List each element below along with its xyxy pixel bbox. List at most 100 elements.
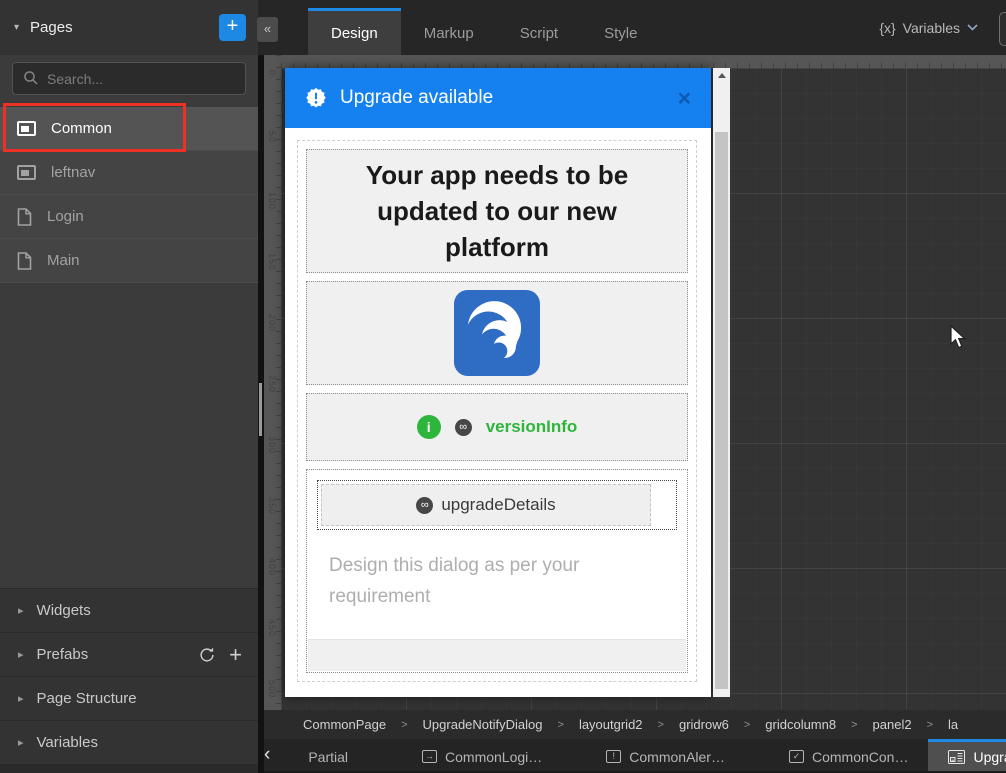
horizontal-ruler — [281, 55, 1006, 68]
page-search — [12, 62, 246, 95]
scrollbar-thumb[interactable] — [715, 132, 728, 689]
editor-mode-tabs: Design Markup Script Style — [308, 8, 660, 55]
tab-label: CommonCon… — [812, 749, 908, 765]
red-selection-highlight — [3, 103, 186, 152]
ruler-number: 500 — [267, 680, 277, 698]
panel-widget[interactable]: ∞ upgradeDetails Design this dialog as p… — [306, 469, 688, 673]
bind-icon: ∞ — [416, 497, 433, 514]
variables-dropdown-label: Variables — [903, 20, 960, 36]
ruler-number: 400 — [267, 558, 277, 576]
button-selection-outline: ∞ upgradeDetails — [317, 480, 677, 530]
page-item-label: Main — [47, 252, 80, 269]
expand-caret-icon: ▸ — [18, 604, 24, 617]
tab-upgrade-notify-dialog[interactable]: UpgradeNotif… — [928, 739, 1006, 771]
version-info-widget[interactable]: i ∞ versionInfo — [306, 393, 688, 461]
section-page-structure[interactable]: ▸ Page Structure — [0, 676, 258, 720]
section-widgets[interactable]: ▸ Widgets — [0, 588, 258, 632]
canvas-scrollbar[interactable] — [713, 68, 730, 697]
tab-common-login-dialog[interactable]: → CommonLogi… — [402, 739, 562, 771]
tab-label: Partial — [308, 749, 348, 765]
pages-panel-header[interactable]: ▾ Pages + — [0, 0, 258, 55]
search-icon — [23, 70, 39, 91]
page-item-login[interactable]: Login — [0, 195, 258, 239]
breadcrumb-item[interactable]: CommonPage — [303, 717, 386, 732]
section-label: Widgets — [37, 602, 91, 619]
search-input[interactable] — [12, 62, 246, 95]
sidebar-accordion: ▸ Widgets ▸ Prefabs + ▸ Page Structure ▸… — [0, 588, 258, 764]
chevron-down-icon — [967, 24, 978, 31]
section-label: Prefabs — [37, 646, 89, 663]
page-item-label: leftnav — [51, 164, 95, 181]
picture-widget[interactable] — [306, 281, 688, 385]
dialog-heading-text: Your app needs to be updated to our new … — [325, 157, 670, 265]
section-label: Page Structure — [37, 690, 137, 707]
bind-icon: ∞ — [455, 419, 472, 436]
login-dialog-icon: → — [422, 750, 437, 763]
collapse-sidebar-button[interactable]: « — [257, 17, 278, 42]
upgrade-notify-dialog[interactable]: Upgrade available × Your app needs to be… — [285, 68, 711, 697]
add-page-button[interactable]: + — [219, 14, 246, 41]
page-item-main[interactable]: Main — [0, 239, 258, 283]
tab-common-confirm-dialog[interactable]: ✓ CommonCon… — [769, 739, 928, 771]
ruler-number: 200 — [267, 314, 277, 332]
section-variables[interactable]: ▸ Variables — [0, 720, 258, 764]
refresh-icon[interactable] — [198, 646, 216, 664]
dialog-header[interactable]: Upgrade available × — [285, 68, 711, 128]
ruler-number: 0 — [267, 70, 277, 76]
dialog-title: Upgrade available — [340, 87, 493, 109]
ruler-number: 100 — [267, 192, 277, 210]
breadcrumb-item[interactable]: gridrow6 — [679, 717, 729, 732]
breadcrumb-separator-icon: > — [927, 719, 933, 731]
breadcrumb-item[interactable]: panel2 — [873, 717, 912, 732]
pages-sidebar: ▾ Pages + Common leftnav Login — [0, 0, 258, 773]
tab-design[interactable]: Design — [308, 8, 401, 55]
tab-partial[interactable]: Partial — [278, 739, 378, 771]
scrollbar-up-button[interactable] — [713, 68, 730, 82]
page-file-icon — [17, 208, 32, 226]
expand-caret-icon: ▸ — [18, 692, 24, 705]
studio-window: ▾ Pages + Common leftnav Login — [0, 0, 1006, 773]
design-canvas: 0 50 100 150 200 250 300 350 400 450 500… — [264, 55, 1006, 710]
info-icon: i — [417, 415, 441, 439]
collapse-caret-icon: ▾ — [14, 22, 19, 33]
close-icon[interactable]: × — [678, 88, 691, 108]
upgrade-details-label: upgradeDetails — [441, 495, 555, 515]
page-item-label: Login — [47, 208, 84, 225]
dialog-body: Your app needs to be updated to our new … — [285, 128, 711, 697]
breadcrumb-item[interactable]: UpgradeNotifyDialog — [423, 717, 543, 732]
sidebar-scrollbar-thumb[interactable] — [259, 383, 262, 436]
tab-markup[interactable]: Markup — [401, 8, 497, 55]
upgrade-details-button[interactable]: ∞ upgradeDetails — [321, 484, 651, 526]
breadcrumb-separator-icon: > — [851, 719, 857, 731]
heading-widget[interactable]: Your app needs to be updated to our new … — [306, 149, 688, 273]
section-label: Variables — [37, 734, 98, 751]
variables-dropdown[interactable]: {x} Variables — [879, 20, 978, 36]
sidebar-bottom-fill — [0, 764, 258, 773]
breadcrumb-separator-icon: > — [658, 719, 664, 731]
tab-common-alert-dialog[interactable]: ! CommonAler… — [586, 739, 745, 771]
version-info-label: versionInfo — [486, 417, 578, 437]
widget-breadcrumb: CommonPage > UpgradeNotifyDialog > layoutg… — [264, 710, 1006, 739]
toolbar-button-sliver[interactable] — [999, 12, 1006, 46]
vertical-ruler: 0 50 100 150 200 250 300 350 400 450 500 — [264, 55, 281, 710]
breadcrumb-item[interactable]: layoutgrid2 — [579, 717, 643, 732]
tabbar-scroll-left-button[interactable]: ‹ — [264, 739, 270, 771]
ruler-number: 300 — [267, 436, 277, 454]
badge-icon — [305, 87, 327, 109]
mouse-cursor — [950, 325, 967, 350]
breadcrumb-item[interactable]: la — [948, 717, 958, 732]
editor-topbar: Design Markup Script Style {x} Variables — [258, 0, 1006, 55]
ruler-number: 50 — [267, 131, 277, 143]
tab-label: CommonLogi… — [445, 749, 542, 765]
tab-style[interactable]: Style — [581, 8, 660, 55]
page-item-leftnav[interactable]: leftnav — [0, 151, 258, 195]
tab-label: UpgradeNotif… — [973, 749, 1006, 765]
tab-script[interactable]: Script — [497, 8, 581, 55]
partial-page-icon — [17, 165, 36, 180]
add-prefab-icon[interactable]: + — [229, 645, 242, 665]
layout-grid-outline[interactable]: Your app needs to be updated to our new … — [297, 140, 697, 682]
breadcrumb-item[interactable]: gridcolumn8 — [765, 717, 836, 732]
panel-footer — [308, 639, 686, 671]
notify-dialog-icon — [948, 750, 965, 764]
section-prefabs[interactable]: ▸ Prefabs + — [0, 632, 258, 676]
